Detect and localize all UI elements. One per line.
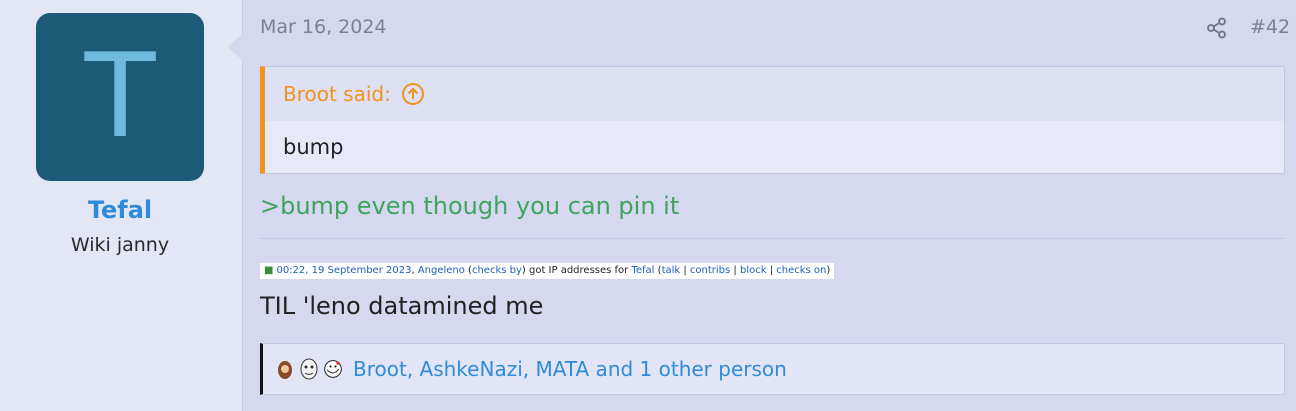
log-checks-by: checks by: [471, 265, 522, 276]
reactions-bar[interactable]: Broot, AshkeNazi, MATA and 1 other perso…: [260, 343, 1285, 395]
quote-block: Broot said: bump: [260, 66, 1285, 174]
user-sidebar: T Tefal Wiki janny: [0, 0, 243, 411]
quote-content: bump: [283, 135, 344, 159]
greentext-line: >bump even though you can pin it: [260, 192, 680, 220]
divider: [260, 238, 1285, 239]
log-checks-on: checks on: [776, 265, 827, 276]
log-bullet: ■: [264, 265, 274, 276]
user-avatar[interactable]: T: [36, 13, 204, 181]
log-actor: Angeleno: [417, 265, 465, 276]
log-paren2: (: [654, 265, 662, 276]
log-time: 00:22, 19 September 2023: [276, 265, 412, 276]
log-text: ) got IP addresses for: [521, 265, 632, 276]
reaction-face-icon: [300, 358, 318, 380]
reaction-troll-icon: [324, 360, 342, 378]
log-contribs: contribs: [689, 265, 731, 276]
user-title: Wiki janny: [70, 234, 170, 256]
quote-text: bump: [265, 121, 1284, 173]
log-sep3: |: [766, 265, 777, 276]
quote-header[interactable]: Broot said:: [265, 67, 1284, 121]
share-icon[interactable]: [1206, 17, 1228, 39]
quote-author[interactable]: Broot said:: [283, 82, 391, 106]
jump-to-quote-icon[interactable]: [401, 82, 425, 106]
log-sep2: |: [730, 265, 740, 276]
log-close: ): [826, 265, 831, 276]
post-date[interactable]: Mar 16, 2024: [260, 16, 387, 38]
post-body: TIL 'leno datamined me: [260, 292, 544, 320]
post-number-link[interactable]: #42: [1250, 16, 1290, 38]
log-target: Tefal: [631, 265, 655, 276]
embedded-log-image: ■ 00:22, 19 September 2023, Angeleno (che…: [260, 263, 835, 279]
log-sep1: |: [680, 265, 690, 276]
username-link[interactable]: Tefal: [0, 196, 240, 224]
reaction-girl-icon: [278, 361, 292, 379]
post-arrow: [228, 33, 243, 61]
reaction-users-link[interactable]: Broot, AshkeNazi, MATA and 1 other perso…: [353, 357, 787, 381]
log-talk: talk: [661, 265, 681, 276]
log-block: block: [739, 265, 767, 276]
log-paren: (: [464, 265, 472, 276]
